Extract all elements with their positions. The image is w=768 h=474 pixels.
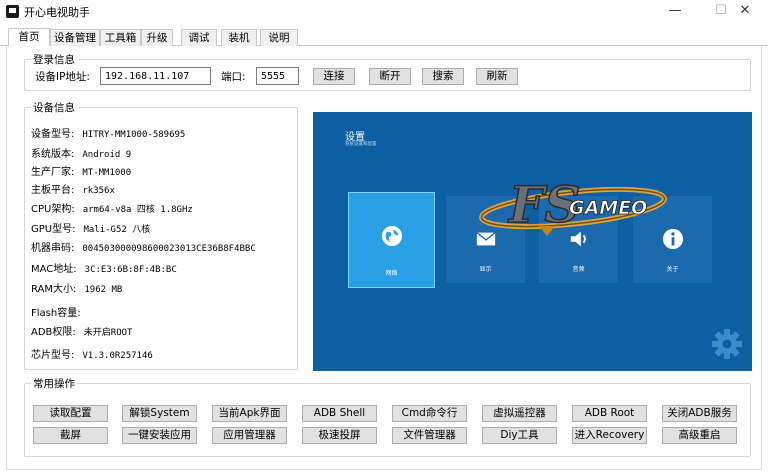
diy-tools-button[interactable]: Diy工具: [482, 427, 557, 444]
ip-input[interactable]: 192.168.11.107: [100, 67, 211, 85]
port-label: 端口:: [221, 71, 246, 83]
info-row-mac: MAC地址: 3C:E3:6B:8F:4B:BC: [31, 264, 177, 275]
info-row-chip: 芯片型号: V1.3.0R257146: [31, 350, 153, 361]
port-input[interactable]: 5555: [256, 67, 299, 85]
login-group: 登录信息 设备IP地址: 192.168.11.107 端口: 5555 连接 …: [24, 52, 751, 91]
fs-gameo-logo: FS GAMEO: [478, 174, 668, 236]
tv-tile-network: 网络: [348, 192, 435, 288]
search-button[interactable]: 搜索: [422, 68, 464, 85]
adb-shell-button[interactable]: ADB Shell: [302, 405, 377, 422]
adb-root-button[interactable]: ADB Root: [572, 405, 647, 422]
device-info-title: 设备信息: [31, 100, 77, 115]
info-row-platform: 主板平台: rk356x: [31, 185, 115, 196]
tv-tile-display-label: 显示: [479, 266, 492, 273]
info-row-serial: 机器串码: 004503000098600023013CE36B8F4BBC: [31, 243, 256, 254]
tab-toolbox[interactable]: 工具箱: [100, 29, 141, 46]
unlock-system-button[interactable]: 解锁System: [122, 405, 197, 422]
app-icon: [6, 5, 19, 18]
tv-settings-subtitle: 系统设置和配置: [345, 142, 377, 147]
window-title: 开心电视助手: [24, 6, 90, 19]
app-manager-button[interactable]: 应用管理器: [212, 427, 287, 444]
tab-device-management[interactable]: 设备管理: [50, 29, 100, 46]
close-adb-service-button[interactable]: 关闭ADB服务: [662, 405, 737, 422]
minimize-button[interactable]: —: [652, 0, 698, 22]
tab-upgrade[interactable]: 升级: [141, 29, 173, 46]
advanced-reboot-button[interactable]: 高级重启: [662, 427, 737, 444]
tab-debug[interactable]: 调试: [181, 29, 217, 46]
info-row-adb: ADB权限: 未开启ROOT: [31, 327, 133, 338]
cmd-button[interactable]: Cmd命令行: [392, 405, 467, 422]
title-bar: 开心电视助手 — ☐ ✕: [0, 0, 768, 22]
globe-icon: [381, 225, 402, 247]
info-row-model: 设备型号: HITRY-MM1000-589695: [31, 129, 186, 140]
info-row-cpu: CPU架构: arm64-v8a 四核 1.8GHz: [31, 204, 193, 215]
info-row-os: 系统版本: Android 9: [31, 149, 132, 160]
info-row-ram: RAM大小: 1962 MB: [31, 284, 123, 295]
common-ops-title: 常用操作: [31, 376, 77, 391]
tv-tile-about-label: 关于: [666, 266, 679, 273]
read-config-button[interactable]: 读取配置: [33, 405, 108, 422]
common-ops-group: 常用操作 读取配置 解锁System 当前Apk界面 ADB Shell Cmd…: [24, 376, 751, 457]
install-app-button[interactable]: 一键安装应用: [122, 427, 197, 444]
ip-label: 设备IP地址:: [35, 71, 90, 83]
file-manager-button[interactable]: 文件管理器: [392, 427, 467, 444]
screenshot-button[interactable]: 截屏: [33, 427, 108, 444]
connect-button[interactable]: 连接: [313, 68, 355, 85]
disconnect-button[interactable]: 断开: [369, 68, 411, 85]
close-button[interactable]: ✕: [722, 0, 768, 22]
tab-install[interactable]: 装机: [221, 29, 257, 46]
login-group-title: 登录信息: [31, 52, 77, 67]
tab-help[interactable]: 说明: [260, 29, 298, 46]
tab-bar: 首页 设备管理 工具箱 升级 调试 装机 说明: [0, 28, 768, 46]
info-row-flash: Flash容量:: [31, 308, 81, 319]
tv-tile-audio-label: 音频: [572, 266, 585, 273]
info-row-manufacturer: 生产厂家: MT-MM1000: [31, 167, 132, 178]
current-apk-ui-button[interactable]: 当前Apk界面: [212, 405, 287, 422]
device-info-group: 设备信息 设备型号: HITRY-MM1000-589695 系统版本: Andro…: [24, 100, 298, 370]
tv-tile-network-label: 网络: [385, 270, 398, 277]
screen-cast-button[interactable]: 极速投屏: [302, 427, 377, 444]
svg-text:GAMEO: GAMEO: [569, 197, 647, 219]
tv-screen-preview[interactable]: 设置 系统设置和配置 网络 显示 音频 关于 FS GAMEO: [313, 112, 752, 371]
refresh-button[interactable]: 刷新: [476, 68, 518, 85]
info-row-gpu: GPU型号: Mali-G52 八核: [31, 224, 151, 235]
virtual-remote-button[interactable]: 虚拟遥控器: [482, 405, 557, 422]
enter-recovery-button[interactable]: 进入Recovery: [572, 427, 647, 444]
gear-icon: [712, 329, 742, 359]
tab-home[interactable]: 首页: [8, 28, 50, 46]
